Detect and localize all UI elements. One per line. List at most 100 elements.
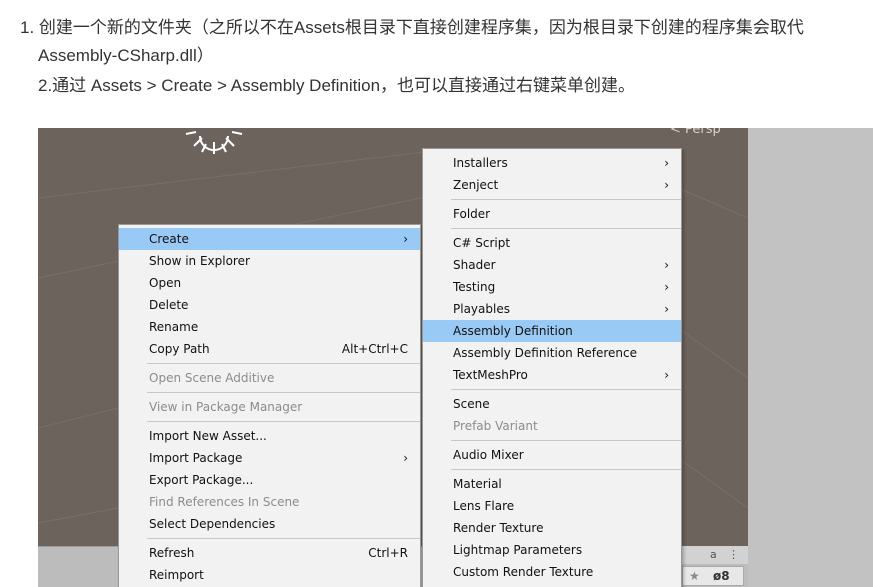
context-menu: Create › Show in Explorer Open Delete Ren… (118, 224, 421, 587)
menu-separator (147, 363, 420, 364)
menu-item-label: Import Package (149, 451, 243, 465)
hidden-objects-toggle[interactable]: ★ ø8 (682, 566, 744, 586)
menu-item-import-new-asset[interactable]: Import New Asset... (119, 425, 420, 447)
menu-item-label: Export Package... (149, 473, 254, 487)
panel-controls: a ⋮ (682, 546, 748, 564)
submenu-arrow-icon: › (664, 368, 669, 382)
sun-icon (185, 131, 243, 154)
menu-item-shader[interactable]: Shader › (423, 254, 681, 276)
menu-item-audio-mixer[interactable]: Audio Mixer (423, 444, 681, 466)
menu-separator (451, 440, 681, 441)
menu-item-scene[interactable]: Scene (423, 393, 681, 415)
menu-item-material[interactable]: Material (423, 473, 681, 495)
menu-item-export-package[interactable]: Export Package... (119, 469, 420, 491)
menu-item-label: Select Dependencies (149, 517, 276, 531)
menu-item-show-in-explorer[interactable]: Show in Explorer (119, 250, 420, 272)
menu-item-lightmap-parameters[interactable]: Lightmap Parameters (423, 539, 681, 561)
menu-item-label: Import New Asset... (149, 429, 267, 443)
menu-item-refresh[interactable]: Refresh Ctrl+R (119, 542, 420, 564)
menu-item-label: Find References In Scene (149, 495, 300, 509)
step-1-text: 1. 创建一个新的文件夹（之所以不在Assets根目录下直接创建程序集，因为根目… (20, 18, 804, 37)
menu-item-reimport[interactable]: Reimport (119, 564, 420, 586)
submenu-arrow-icon: › (664, 178, 669, 192)
menu-item-zenject[interactable]: Zenject › (423, 174, 681, 196)
submenu-arrow-icon: › (403, 451, 408, 465)
menu-item-label: TextMeshPro (453, 368, 528, 382)
menu-item-folder[interactable]: Folder (423, 203, 681, 225)
menu-item-label: Delete (149, 298, 189, 312)
menu-item-delete[interactable]: Delete (119, 294, 420, 316)
menu-item-label: Open (149, 276, 182, 290)
menu-item-label: Material (453, 477, 502, 491)
unity-editor-screenshot: < Persp a ⋮ ★ ø8 Create › Show in Explore… (38, 128, 873, 587)
submenu-arrow-icon: › (664, 302, 669, 316)
step-2-text: 2.通过 Assets > Create > Assembly Definiti… (38, 76, 636, 95)
hidden-count-label: ø8 (713, 569, 730, 583)
menu-item-label: Rename (149, 320, 199, 334)
menu-item-textmeshpro[interactable]: TextMeshPro › (423, 364, 681, 386)
menu-item-installers[interactable]: Installers › (423, 152, 681, 174)
menu-item-label: Audio Mixer (453, 448, 524, 462)
menu-item-import-package[interactable]: Import Package › (119, 447, 420, 469)
create-submenu: Installers › Zenject › Folder C# Script Sh… (422, 148, 682, 587)
submenu-arrow-icon: › (403, 232, 408, 246)
lock-icon[interactable]: a (710, 548, 717, 561)
menu-separator (451, 199, 681, 200)
menu-item-custom-render-texture[interactable]: Custom Render Texture (423, 561, 681, 583)
menu-item-label: Assembly Definition (453, 324, 573, 338)
menu-item-label: Lightmap Parameters (453, 543, 583, 557)
shortcut-label: Alt+Ctrl+C (341, 342, 408, 356)
menu-item-label: Prefab Variant (453, 419, 538, 433)
menu-item-assembly-definition-reference[interactable]: Assembly Definition Reference (423, 342, 681, 364)
step-1-continuation: Assembly-CSharp.dll） (38, 46, 214, 65)
shortcut-label: Ctrl+R (368, 546, 408, 560)
menu-item-label: Assembly Definition Reference (453, 346, 638, 360)
menu-item-csharp-script[interactable]: C# Script (423, 232, 681, 254)
menu-separator (451, 228, 681, 229)
menu-item-label: Refresh (149, 546, 195, 560)
menu-item-select-dependencies[interactable]: Select Dependencies (119, 513, 420, 535)
menu-item-label: Testing (453, 280, 496, 294)
inspector-panel (748, 128, 873, 587)
menu-separator (147, 392, 420, 393)
menu-item-view-in-package-manager: View in Package Manager (119, 396, 420, 418)
menu-item-label: Create (149, 232, 189, 246)
menu-item-label: Custom Render Texture (453, 565, 594, 579)
menu-separator (147, 421, 420, 422)
menu-item-label: Scene (453, 397, 490, 411)
menu-item-label: Reimport (149, 568, 204, 582)
submenu-arrow-icon: › (664, 156, 669, 170)
menu-item-label: Lens Flare (453, 499, 515, 513)
menu-item-create[interactable]: Create › (119, 228, 420, 250)
menu-item-label: Open Scene Additive (149, 371, 275, 385)
star-icon[interactable]: ★ (689, 569, 700, 583)
menu-item-lens-flare[interactable]: Lens Flare (423, 495, 681, 517)
menu-separator (451, 469, 681, 470)
menu-item-label: Render Texture (453, 521, 544, 535)
menu-item-render-texture[interactable]: Render Texture (423, 517, 681, 539)
menu-item-label: Copy Path (149, 342, 210, 356)
menu-item-assembly-definition[interactable]: Assembly Definition (423, 320, 681, 342)
menu-item-playables[interactable]: Playables › (423, 298, 681, 320)
menu-item-label: Installers (453, 156, 508, 170)
menu-item-rename[interactable]: Rename (119, 316, 420, 338)
menu-separator (451, 389, 681, 390)
menu-item-testing[interactable]: Testing › (423, 276, 681, 298)
menu-item-label: Playables (453, 302, 510, 316)
menu-item-label: Shader (453, 258, 496, 272)
menu-item-prefab-variant: Prefab Variant (423, 415, 681, 437)
more-options-icon[interactable]: ⋮ (728, 548, 739, 561)
menu-item-label: View in Package Manager (149, 400, 303, 414)
menu-item-copy-path[interactable]: Copy Path Alt+Ctrl+C (119, 338, 420, 360)
menu-item-open-scene-additive: Open Scene Additive (119, 367, 420, 389)
menu-item-label: C# Script (453, 236, 511, 250)
menu-item-label: Folder (453, 207, 491, 221)
submenu-arrow-icon: › (664, 280, 669, 294)
submenu-arrow-icon: › (664, 258, 669, 272)
menu-item-find-references: Find References In Scene (119, 491, 420, 513)
menu-item-open[interactable]: Open (119, 272, 420, 294)
menu-separator (147, 538, 420, 539)
menu-item-label: Show in Explorer (149, 254, 250, 268)
menu-item-label: Zenject (453, 178, 499, 192)
persp-label[interactable]: < Persp (670, 128, 721, 137)
